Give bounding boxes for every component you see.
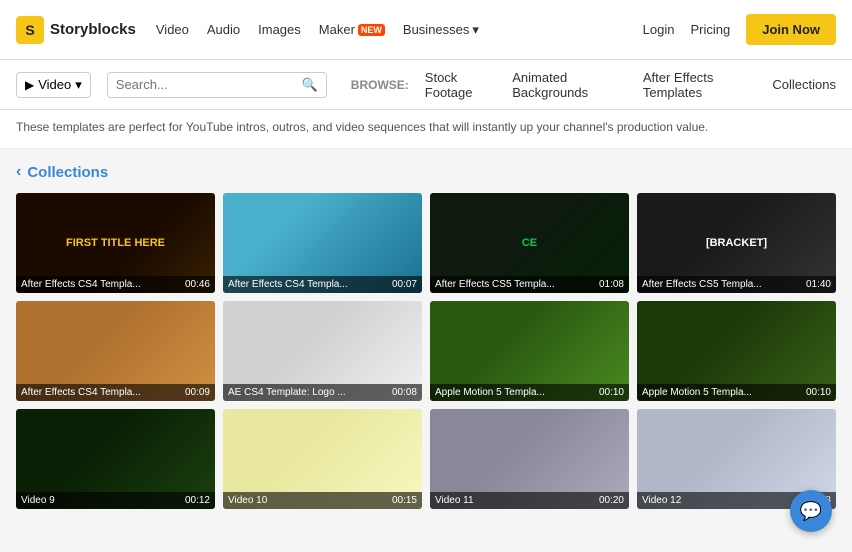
main-nav: Video Audio Images Maker NEW Businesses …: [156, 22, 623, 38]
video-thumb[interactable]: FIRST TITLE HERE After Effects CS4 Templ…: [16, 193, 215, 293]
thumb-duration: 00:12: [185, 495, 210, 506]
browse-animated-bg[interactable]: Animated Backgrounds: [512, 70, 627, 100]
video-thumb[interactable]: After Effects CS4 Templa... 00:09: [16, 301, 215, 401]
nav-maker[interactable]: Maker NEW: [319, 22, 385, 37]
logo-icon: S: [16, 16, 44, 44]
thumb-duration: 00:20: [599, 495, 624, 506]
nav-video[interactable]: Video: [156, 22, 189, 37]
thumb-duration: 01:08: [599, 279, 624, 290]
thumb-duration: 00:10: [806, 387, 831, 398]
thumb-title: After Effects CS4 Templa...: [21, 279, 141, 290]
video-thumb[interactable]: AE CS4 Template: Logo ... 00:08: [223, 301, 422, 401]
search-icon: 🔍: [302, 77, 318, 93]
thumb-duration: 00:08: [392, 387, 417, 398]
media-type-dropdown[interactable]: ▶ Video ▾: [16, 72, 91, 98]
nav-audio-label: Audio: [207, 22, 240, 37]
sub-description: These templates are perfect for YouTube …: [0, 110, 852, 149]
thumb-duration: 00:46: [185, 279, 210, 290]
video-thumb[interactable]: Video 11 00:20: [430, 409, 629, 509]
thumb-title: After Effects CS5 Templa...: [642, 279, 762, 290]
thumb-title: Apple Motion 5 Templa...: [642, 387, 752, 398]
search-input-wrap: 🔍: [107, 72, 327, 98]
thumb-duration: 00:07: [392, 279, 417, 290]
nav-businesses-label: Businesses: [403, 22, 469, 37]
thumb-duration: 00:10: [599, 387, 624, 398]
video-grid: FIRST TITLE HERE After Effects CS4 Templ…: [16, 193, 836, 509]
nav-images[interactable]: Images: [258, 22, 301, 37]
nav-maker-label: Maker: [319, 22, 355, 37]
join-now-button[interactable]: Join Now: [746, 14, 836, 45]
chat-icon: 💬: [800, 501, 822, 522]
video-thumb[interactable]: Video 10 00:15: [223, 409, 422, 509]
thumb-title: Video 10: [228, 495, 267, 506]
main-content: ‹ Collections FIRST TITLE HERE After Eff…: [0, 149, 852, 509]
header: S Storyblocks Video Audio Images Maker N…: [0, 0, 852, 60]
thumb-duration: 00:15: [392, 495, 417, 506]
dropdown-label: Video: [38, 77, 71, 92]
chevron-down-icon: ▾: [472, 22, 479, 38]
thumb-title: After Effects CS4 Templa...: [21, 387, 141, 398]
browse-section: BROWSE: Stock Footage Animated Backgroun…: [351, 70, 836, 100]
nav-audio[interactable]: Audio: [207, 22, 240, 37]
video-thumb[interactable]: After Effects CS4 Templa... 00:07: [223, 193, 422, 293]
nav-images-label: Images: [258, 22, 301, 37]
thumb-title: Video 12: [642, 495, 681, 506]
thumb-title: After Effects CS4 Templa...: [228, 279, 348, 290]
thumb-title: Video 11: [435, 495, 474, 506]
nav-businesses[interactable]: Businesses ▾: [403, 22, 479, 38]
browse-after-effects[interactable]: After Effects Templates: [643, 70, 757, 100]
collections-header: ‹ Collections: [16, 163, 836, 181]
thumb-title: Video 9: [21, 495, 55, 506]
logo-text: Storyblocks: [50, 21, 136, 38]
video-thumb[interactable]: CE After Effects CS5 Templa... 01:08: [430, 193, 629, 293]
video-thumb[interactable]: Apple Motion 5 Templa... 00:10: [430, 301, 629, 401]
video-icon: ▶: [25, 78, 34, 92]
video-thumb[interactable]: Apple Motion 5 Templa... 00:10: [637, 301, 836, 401]
nav-video-label: Video: [156, 22, 189, 37]
chat-button[interactable]: 💬: [790, 490, 832, 532]
video-thumb[interactable]: Video 9 00:12: [16, 409, 215, 509]
collections-title[interactable]: Collections: [27, 164, 108, 181]
browse-collections[interactable]: Collections: [772, 77, 836, 92]
thumb-title: AE CS4 Template: Logo ...: [228, 387, 346, 398]
browse-stock-footage[interactable]: Stock Footage: [425, 70, 496, 100]
login-link[interactable]: Login: [643, 22, 675, 37]
back-button[interactable]: ‹: [16, 163, 21, 181]
search-bar: ▶ Video ▾ 🔍 BROWSE: Stock Footage Animat…: [0, 60, 852, 110]
thumb-title: After Effects CS5 Templa...: [435, 279, 555, 290]
pricing-link[interactable]: Pricing: [690, 22, 730, 37]
new-badge: NEW: [358, 24, 385, 36]
thumb-duration: 00:09: [185, 387, 210, 398]
dropdown-chevron-icon: ▾: [75, 77, 82, 93]
header-right: Login Pricing Join Now: [643, 14, 836, 45]
search-input[interactable]: [116, 77, 296, 92]
thumb-title: Apple Motion 5 Templa...: [435, 387, 545, 398]
thumb-duration: 01:40: [806, 279, 831, 290]
browse-label: BROWSE:: [351, 78, 409, 92]
video-thumb[interactable]: [BRACKET] After Effects CS5 Templa... 01…: [637, 193, 836, 293]
logo[interactable]: S Storyblocks: [16, 16, 136, 44]
